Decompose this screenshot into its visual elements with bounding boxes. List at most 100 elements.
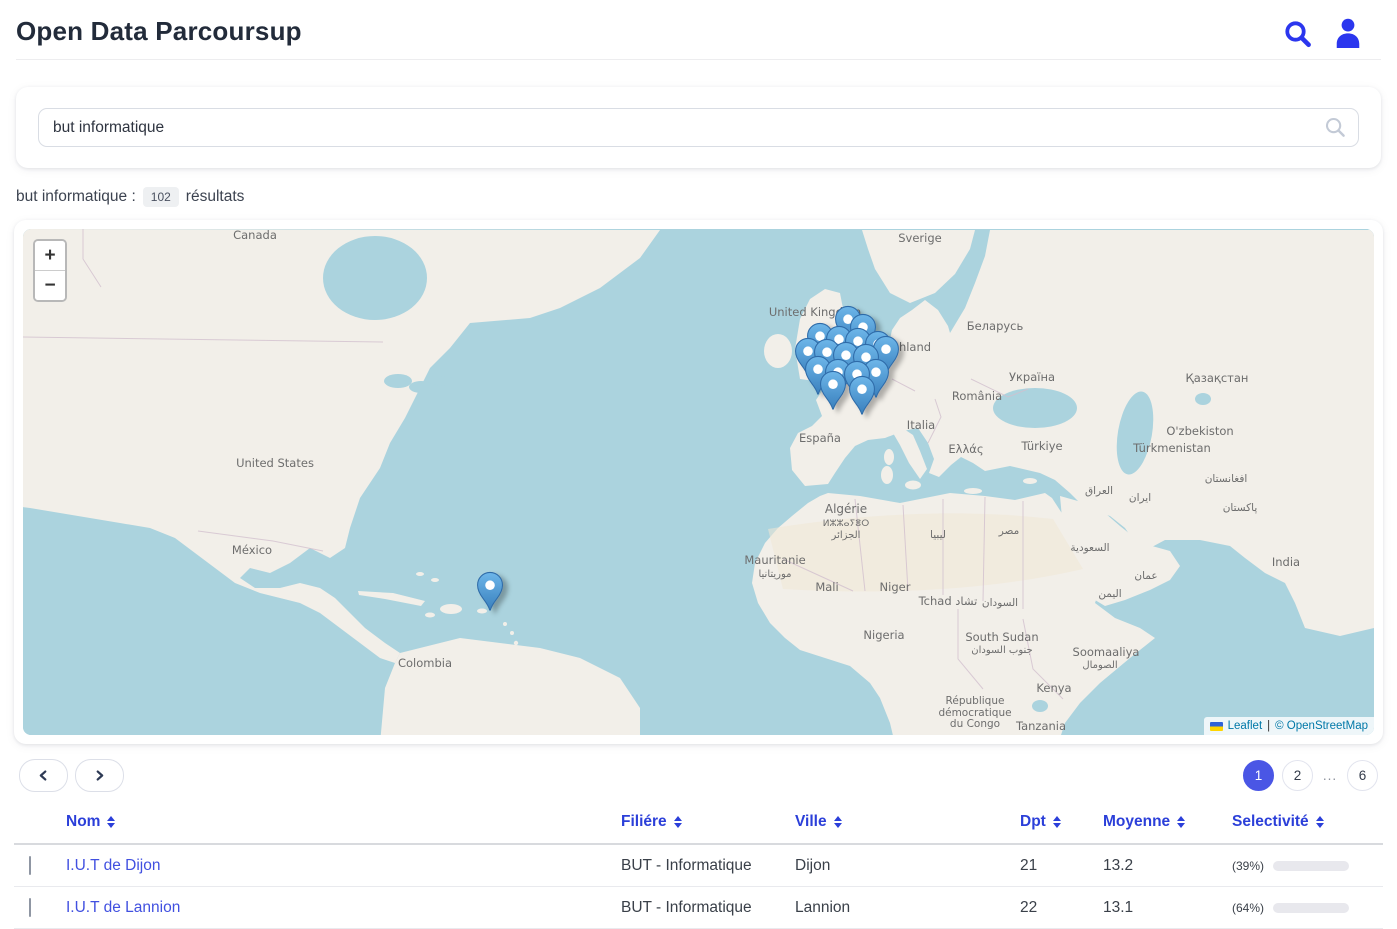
sort-icon — [107, 816, 115, 828]
zoom-in-button[interactable]: + — [35, 241, 65, 270]
map-label: موريتانيا — [758, 569, 791, 580]
map-label: Niger — [880, 580, 911, 594]
selectivity-bar — [1273, 861, 1349, 871]
map-label: Nigeria — [863, 628, 904, 642]
page-number-button[interactable]: ... — [1321, 760, 1339, 791]
map-label: مصر — [998, 525, 1020, 537]
row-dpt: 21 — [1020, 857, 1103, 875]
results-suffix: résultats — [186, 188, 245, 206]
map-card: CanadaSverigeUnited KingdomБеларусьDeuts… — [14, 220, 1383, 744]
map-label: O'zbekiston — [1166, 424, 1233, 438]
map-label: République — [946, 695, 1005, 707]
map-label: السعودية — [1070, 542, 1109, 554]
map-label: United States — [236, 456, 314, 470]
row-name-link[interactable]: I.U.T de Dijon — [66, 857, 621, 875]
map-label: Italia — [907, 418, 935, 432]
map-label: Sverige — [898, 231, 941, 245]
map-label: Algérie — [825, 502, 867, 516]
map-label: Soomaaliya — [1073, 645, 1140, 659]
results-summary: but informatique : 102 résultats — [16, 187, 1381, 207]
map-label: Mali — [815, 580, 838, 594]
pagination-bar: 1 2 ... 6 — [19, 759, 1378, 792]
map-label: Беларусь — [967, 319, 1024, 333]
attribution-separator: | — [1267, 720, 1270, 732]
results-query: but informatique : — [16, 188, 136, 206]
row-checkbox[interactable] — [29, 856, 31, 875]
table-row: I.U.T de Dijon BUT - Informatique Dijon … — [14, 845, 1383, 887]
page-number-button[interactable]: 1 — [1243, 760, 1274, 791]
search-icon — [1325, 117, 1346, 143]
map-label: افغانستان — [1205, 473, 1248, 485]
prev-page-button[interactable] — [19, 759, 68, 792]
page-number-list: 1 2 ... 6 — [1243, 760, 1378, 791]
user-icon[interactable] — [1333, 17, 1363, 51]
header-divider — [16, 59, 1381, 60]
page-number-button[interactable]: 2 — [1282, 760, 1313, 791]
top-icons — [1283, 17, 1363, 51]
column-header-filiere[interactable]: Filiére — [621, 813, 795, 831]
results-table: Nom Filiére Ville Dpt Moyenne Selectivit… — [14, 800, 1383, 929]
map-label: România — [952, 389, 1002, 403]
column-header-selectivite[interactable]: Selectivité — [1232, 813, 1383, 831]
row-moyenne: 13.1 — [1103, 899, 1232, 917]
selectivity-percent: (39%) — [1232, 859, 1264, 873]
sort-icon — [834, 816, 842, 828]
column-header-dpt[interactable]: Dpt — [1020, 813, 1103, 831]
results-count-badge: 102 — [143, 187, 179, 207]
leaflet-link[interactable]: Leaflet — [1228, 720, 1263, 732]
map-label: Canada — [233, 229, 277, 242]
page-title: Open Data Parcoursup — [16, 16, 302, 47]
map-zoom-control: + − — [33, 239, 67, 302]
map-label: México — [232, 543, 272, 557]
search-icon[interactable] — [1283, 18, 1313, 50]
openstreetmap-link[interactable]: © OpenStreetMap — [1275, 720, 1368, 732]
map-label: Қазақстан — [1186, 371, 1249, 385]
selectivity-percent: (64%) — [1232, 901, 1264, 915]
column-header-ville[interactable]: Ville — [795, 813, 1020, 831]
map-label: السودان — [982, 597, 1018, 609]
map-label: Ελλάς — [948, 442, 983, 456]
map-label: South Sudan — [965, 630, 1038, 644]
map-label: Tanzania — [1015, 719, 1066, 733]
sort-icon — [1053, 816, 1061, 828]
row-name-link[interactable]: I.U.T de Lannion — [66, 899, 621, 917]
map-attribution: Leaflet | © OpenStreetMap — [1204, 717, 1374, 735]
column-header-nom[interactable]: Nom — [66, 813, 621, 831]
row-ville: Dijon — [795, 857, 1020, 875]
map-label: پاکستان — [1223, 502, 1258, 514]
column-header-moyenne[interactable]: Moyenne — [1103, 813, 1232, 831]
map-label: España — [799, 431, 841, 445]
map-label: ایران — [1129, 492, 1151, 504]
next-page-button[interactable] — [75, 759, 124, 792]
map-label: الجزائر — [831, 530, 861, 541]
map[interactable]: CanadaSverigeUnited KingdomБеларусьDeuts… — [23, 229, 1374, 735]
top-bar: Open Data Parcoursup — [0, 0, 1397, 59]
row-filiere: BUT - Informatique — [621, 857, 795, 875]
map-label: Türkmenistan — [1132, 441, 1211, 455]
table-row: I.U.T de Lannion BUT - Informatique Lann… — [14, 887, 1383, 929]
page-number-button[interactable]: 6 — [1347, 760, 1378, 791]
row-filiere: BUT - Informatique — [621, 899, 795, 917]
world-map-svg: CanadaSverigeUnited KingdomБеларусьDeuts… — [23, 229, 1374, 735]
map-label: Україна — [1009, 370, 1055, 384]
row-selectivite: (64%) — [1232, 901, 1383, 915]
map-label: عمان — [1134, 570, 1157, 582]
map-label: جنوب السودان — [971, 645, 1032, 656]
map-label: اليمن — [1098, 588, 1121, 600]
map-label: du Congo — [950, 718, 1000, 730]
map-label: Tchad تشاد — [918, 594, 978, 608]
map-label: العراق — [1085, 485, 1113, 497]
selectivity-bar — [1273, 903, 1349, 913]
zoom-out-button[interactable]: − — [35, 270, 65, 300]
table-body: I.U.T de Dijon BUT - Informatique Dijon … — [14, 845, 1383, 929]
chevron-right-icon — [94, 770, 105, 781]
row-moyenne: 13.2 — [1103, 857, 1232, 875]
ukraine-flag-icon — [1210, 722, 1223, 731]
search-input[interactable] — [38, 108, 1359, 147]
map-label: Türkiye — [1020, 439, 1062, 453]
row-dpt: 22 — [1020, 899, 1103, 917]
table-header-row: Nom Filiére Ville Dpt Moyenne Selectivit… — [14, 800, 1383, 845]
row-checkbox[interactable] — [29, 898, 31, 917]
chevron-left-icon — [38, 770, 49, 781]
map-label: ليبيا — [930, 529, 946, 541]
